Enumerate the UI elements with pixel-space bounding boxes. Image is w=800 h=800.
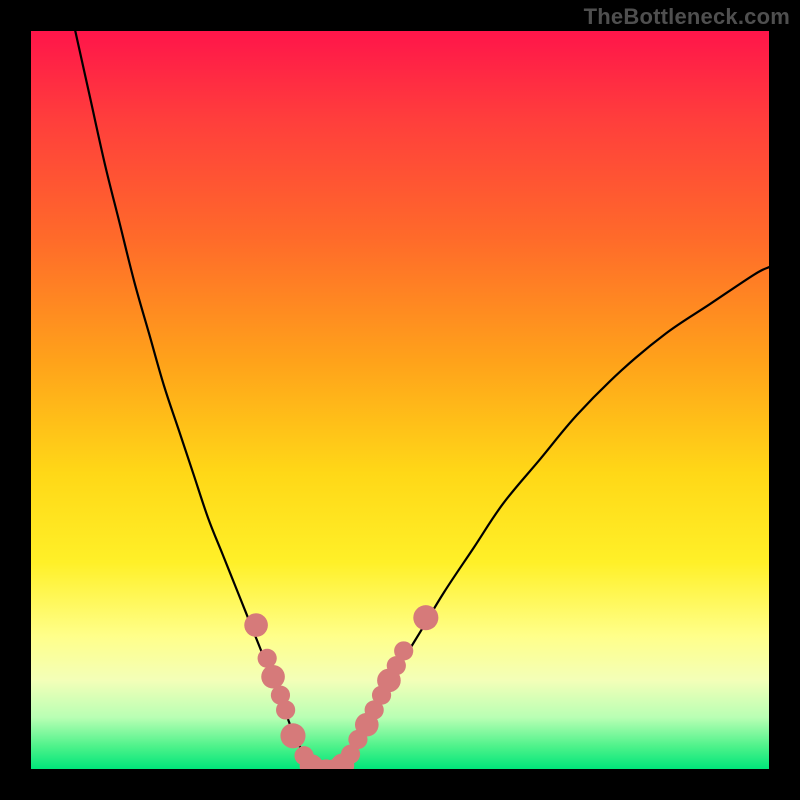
page-root: TheBottleneck.com — [0, 0, 800, 800]
watermark-text: TheBottleneck.com — [584, 4, 790, 30]
chart-gradient-background — [31, 31, 769, 769]
